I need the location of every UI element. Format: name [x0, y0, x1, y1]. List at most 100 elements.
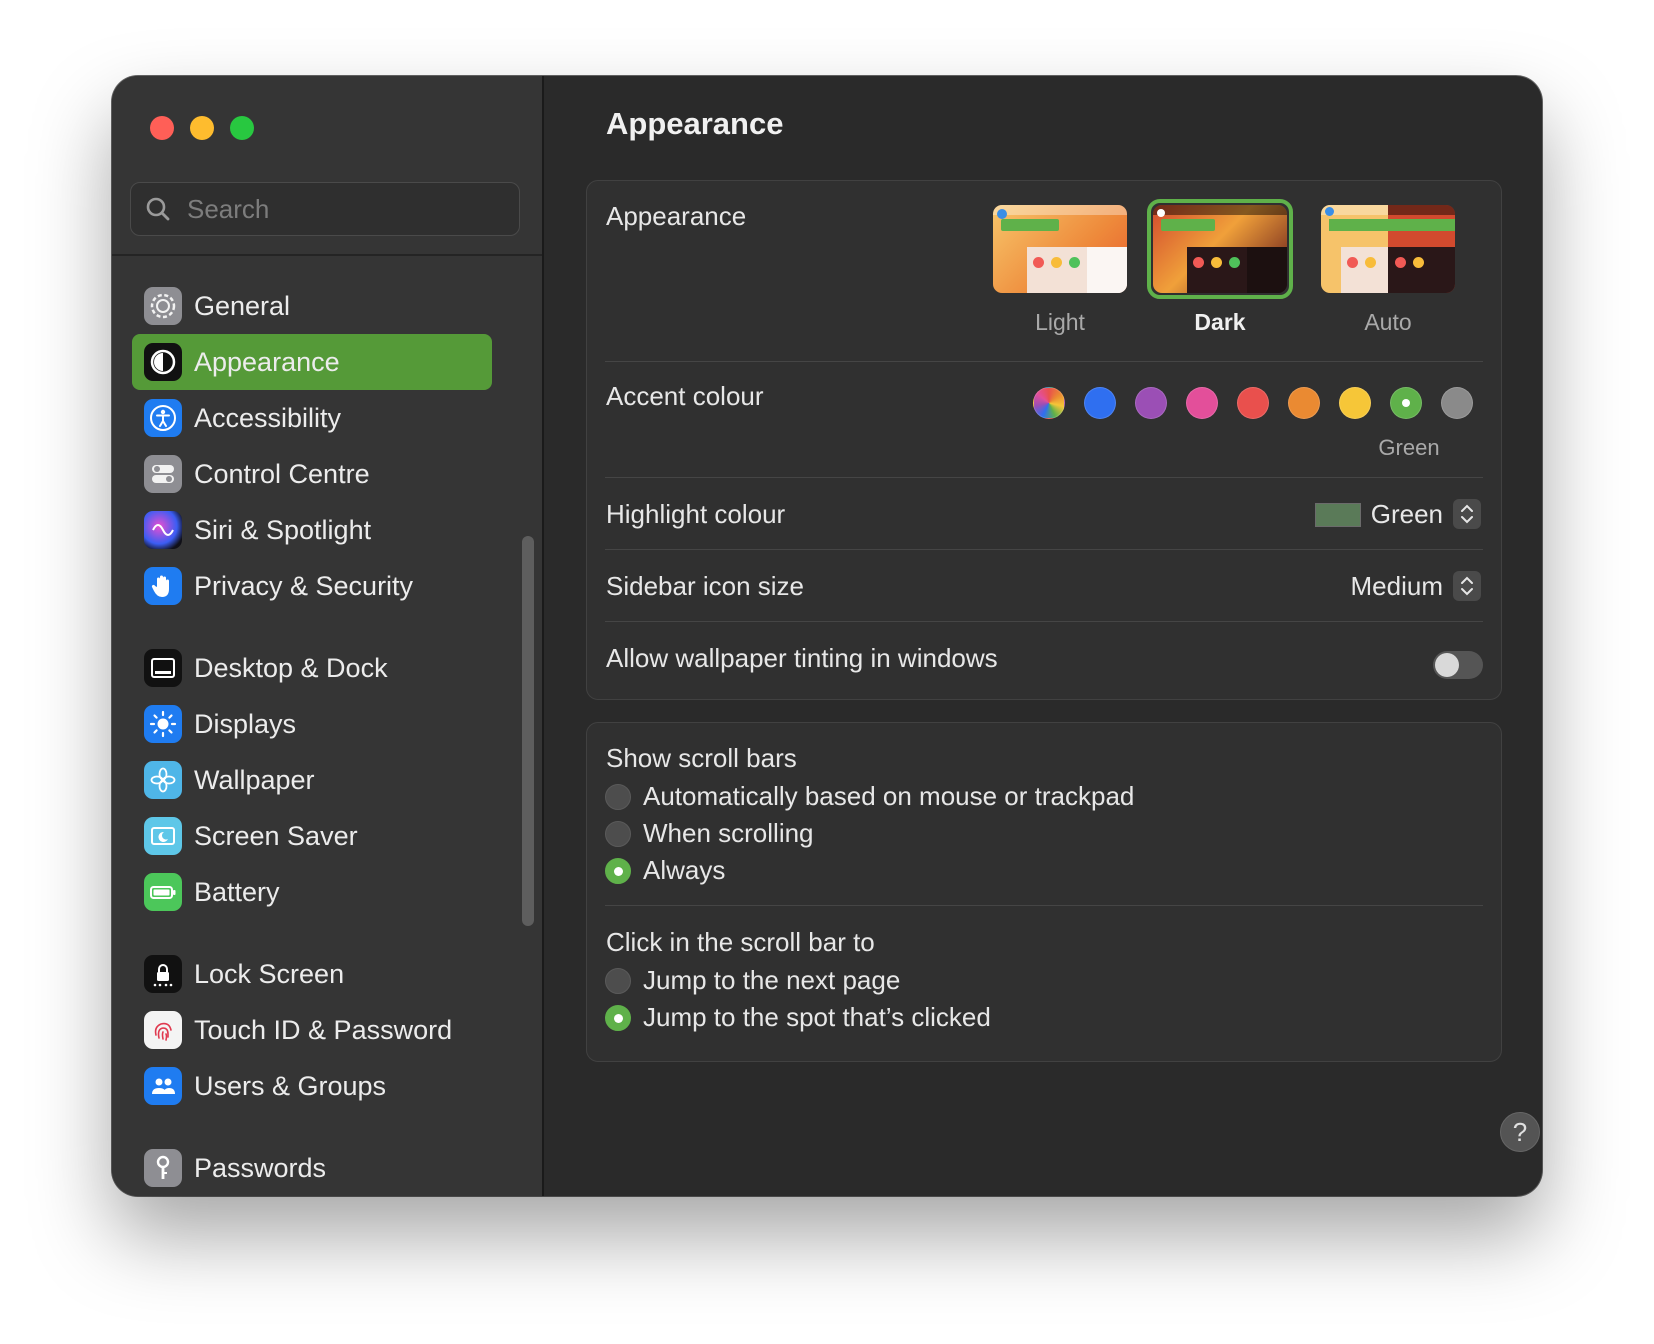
click-spot-option[interactable]: Jump to the spot that’s clicked: [605, 1002, 991, 1033]
radio-label: Always: [643, 855, 726, 885]
search-input[interactable]: [185, 192, 489, 226]
close-button[interactable]: [150, 116, 174, 140]
sidebar-item-appearance[interactable]: Appearance: [132, 334, 492, 390]
highlight-swatch: [1315, 503, 1361, 527]
accent-red[interactable]: [1237, 387, 1269, 419]
scroll-bars-when-scrolling-option[interactable]: When scrolling: [605, 818, 814, 849]
sidebar-item-siri-spotlight[interactable]: Siri & Spotlight: [132, 502, 492, 558]
users-icon: [144, 1067, 182, 1105]
sidebar-nav: General Appearance Accessibility Control…: [132, 278, 492, 1196]
sidebar-item-label: Privacy & Security: [194, 570, 414, 601]
sidebar-scrollbar[interactable]: [522, 536, 534, 926]
accent-graphite[interactable]: [1441, 387, 1473, 419]
maximize-button[interactable]: [230, 116, 254, 140]
sidebar-item-general[interactable]: General: [132, 278, 492, 334]
divider: [605, 549, 1483, 550]
radio-label: Jump to the spot that’s clicked: [643, 1002, 991, 1032]
siri-icon: [144, 511, 182, 549]
sidebar-item-accessibility[interactable]: Accessibility: [132, 390, 492, 446]
show-scroll-bars-label: Show scroll bars: [606, 743, 797, 773]
sidebar-item-label: Control Centre: [194, 458, 370, 489]
search-icon: [146, 197, 170, 221]
highlight-colour-stepper[interactable]: [1453, 499, 1481, 529]
sidebar-item-desktop-dock[interactable]: Desktop & Dock: [132, 640, 492, 696]
sidebar-item-privacy-security[interactable]: Privacy & Security: [132, 558, 492, 614]
accent-orange[interactable]: [1288, 387, 1320, 419]
sidebar-item-passwords[interactable]: Passwords: [132, 1140, 492, 1196]
chevron-updown-icon: [1461, 576, 1473, 596]
highlight-colour-label: Highlight colour: [606, 499, 786, 529]
sidebar-icon-size-stepper[interactable]: [1453, 571, 1481, 601]
appearance-option-light[interactable]: [993, 205, 1127, 293]
accent-purple[interactable]: [1135, 387, 1167, 419]
radio-button[interactable]: [605, 820, 631, 847]
divider: [605, 361, 1483, 362]
sidebar-item-users-groups[interactable]: Users & Groups: [132, 1058, 492, 1114]
sidebar-item-control-centre[interactable]: Control Centre: [132, 446, 492, 502]
appearance-option-dark[interactable]: [1153, 205, 1287, 293]
appearance-card: Appearance Light Dark Auto Accent colour…: [586, 180, 1502, 700]
accent-green[interactable]: [1390, 387, 1422, 419]
appearance-option-dark-label: Dark: [1194, 309, 1246, 335]
accent-multicolor[interactable]: [1033, 387, 1065, 419]
help-button[interactable]: ?: [1500, 1112, 1540, 1152]
search-field[interactable]: [130, 182, 520, 236]
sidebar-item-label: Wallpaper: [194, 764, 315, 795]
appearance-option-auto-label: Auto: [1364, 309, 1412, 335]
accent-pink[interactable]: [1186, 387, 1218, 419]
sidebar-item-battery[interactable]: Battery: [132, 864, 492, 920]
click-next-page-option[interactable]: Jump to the next page: [605, 965, 900, 996]
radio-button-selected[interactable]: [605, 1004, 631, 1031]
sidebar-item-label: Accessibility: [194, 402, 342, 433]
appearance-icon: [144, 343, 182, 381]
sidebar-item-displays[interactable]: Displays: [132, 696, 492, 752]
divider: [605, 621, 1483, 622]
accent-selected-name: Green: [1378, 435, 1440, 460]
fingerprint-icon: [144, 1011, 182, 1049]
click-scroll-bar-label: Click in the scroll bar to: [606, 927, 875, 957]
scroll-bars-card: Show scroll bars Automatically based on …: [586, 722, 1502, 1062]
scroll-bars-auto-option[interactable]: Automatically based on mouse or trackpad: [605, 781, 1134, 812]
sidebar-item-label: Users & Groups: [194, 1070, 387, 1101]
gear-icon: [144, 287, 182, 325]
accent-colour-label: Accent colour: [606, 381, 764, 411]
sidebar-item-label: Lock Screen: [194, 958, 345, 989]
accent-blue[interactable]: [1084, 387, 1116, 419]
screen-saver-icon: [144, 817, 182, 855]
sidebar-item-label: Desktop & Dock: [194, 652, 388, 683]
sidebar-item-lock-screen[interactable]: Lock Screen: [132, 946, 492, 1002]
radio-button[interactable]: [605, 967, 631, 994]
sidebar-item-label: Displays: [194, 708, 297, 739]
dock-icon: [144, 649, 182, 687]
minimize-button[interactable]: [190, 116, 214, 140]
sidebar-item-label: Passwords: [194, 1152, 327, 1183]
radio-label: Jump to the next page: [643, 965, 901, 995]
highlight-colour-value[interactable]: Green: [1371, 499, 1443, 530]
sidebar-item-label: General: [194, 290, 291, 321]
chevron-updown-icon: [1461, 504, 1473, 524]
key-icon: [144, 1149, 182, 1187]
battery-icon: [144, 873, 182, 911]
accent-yellow[interactable]: [1339, 387, 1371, 419]
radio-label: Automatically based on mouse or trackpad: [643, 781, 1135, 811]
main-pane: Appearance Appearance Light Dark Auto Ac…: [544, 76, 1542, 1196]
radio-button-selected[interactable]: [605, 857, 631, 884]
sidebar-item-wallpaper[interactable]: Wallpaper: [132, 752, 492, 808]
sidebar-icon-size-value[interactable]: Medium: [1351, 571, 1443, 602]
wallpaper-tinting-toggle[interactable]: [1433, 651, 1483, 679]
sidebar-item-label: Touch ID & Password: [194, 1014, 453, 1045]
radio-button[interactable]: [605, 783, 631, 810]
window-controls: [150, 116, 254, 140]
appearance-label: Appearance: [606, 201, 747, 231]
sidebar-item-screen-saver[interactable]: Screen Saver: [132, 808, 492, 864]
page-title: Appearance: [606, 106, 784, 141]
sidebar-item-touch-id[interactable]: Touch ID & Password: [132, 1002, 492, 1058]
appearance-option-auto[interactable]: [1321, 205, 1455, 293]
appearance-option-light-label: Light: [1035, 309, 1085, 335]
scroll-bars-always-option[interactable]: Always: [605, 855, 725, 886]
sidebar-item-label: Battery: [194, 876, 280, 907]
sidebar-item-label: Appearance: [194, 346, 340, 377]
sidebar-icon-size-label: Sidebar icon size: [606, 571, 804, 601]
sidebar: General Appearance Accessibility Control…: [112, 76, 544, 1196]
